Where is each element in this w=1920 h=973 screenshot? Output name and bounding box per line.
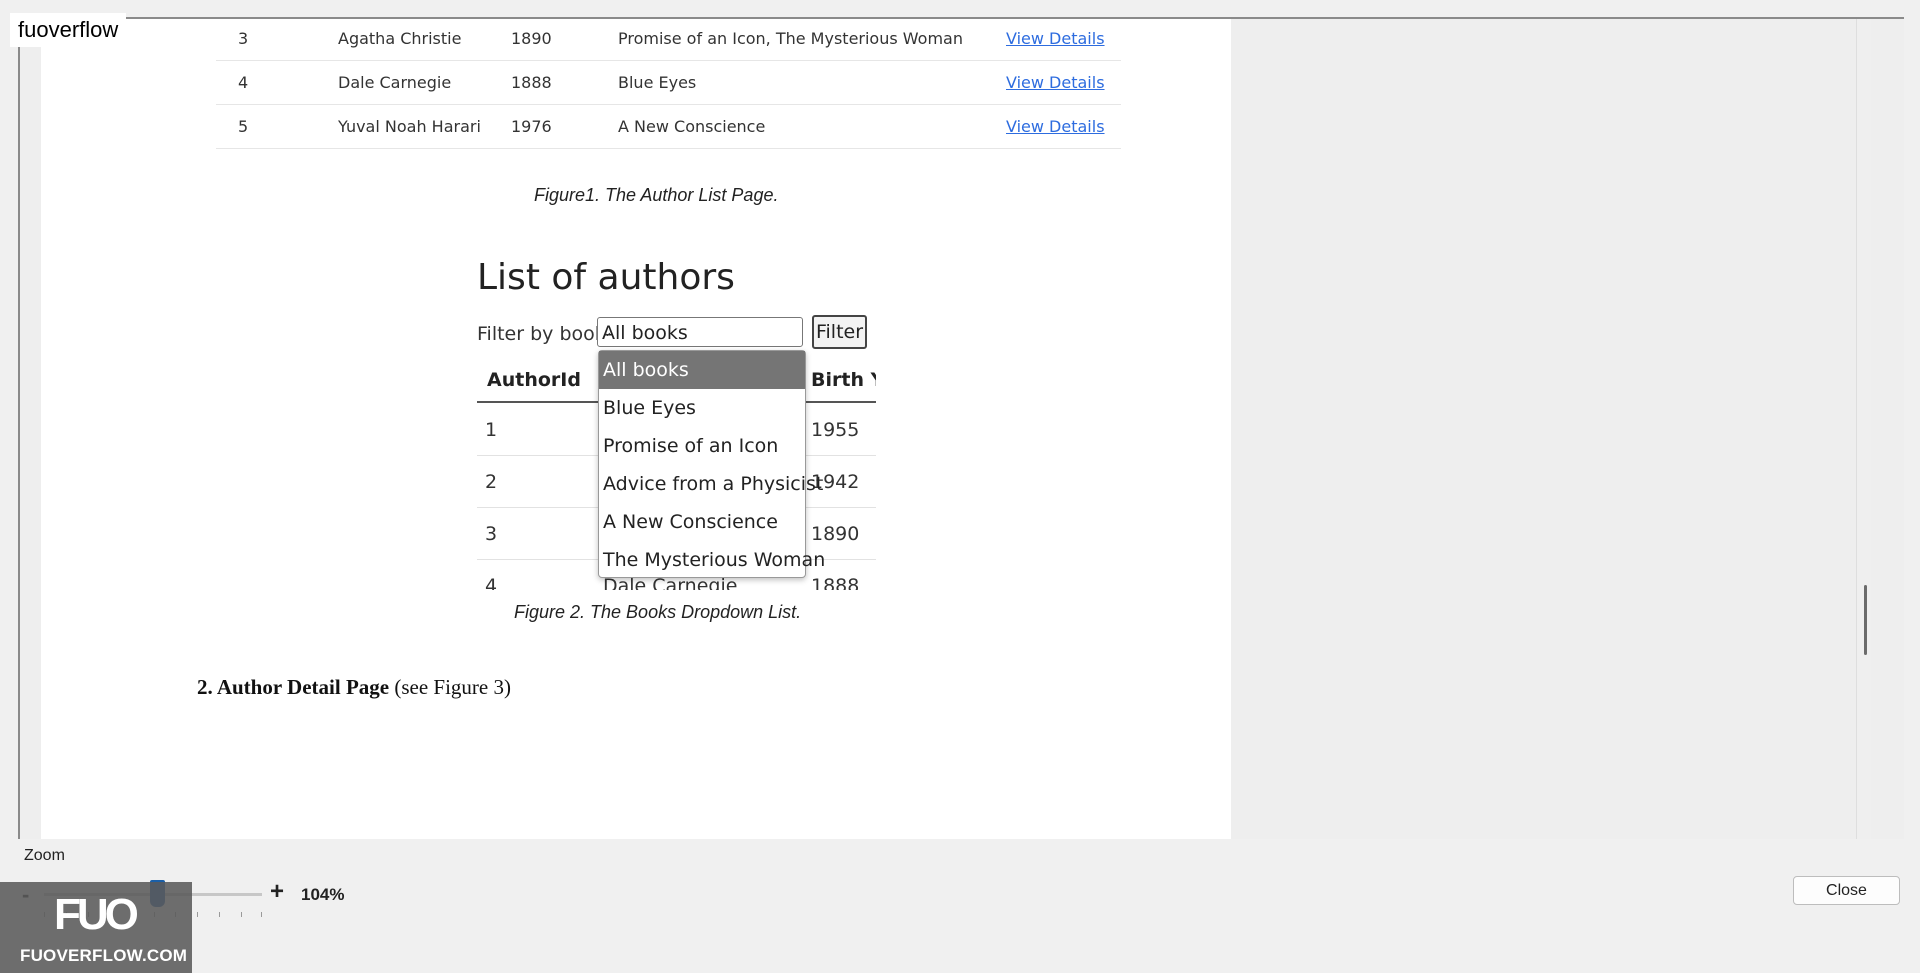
dropdown-option[interactable]: A New Conscience (599, 503, 805, 541)
dropdown-option[interactable]: The Mysterious Woman (599, 541, 825, 579)
filter-button[interactable]: Filter (812, 315, 867, 349)
birth-year-cell: 1888 (511, 73, 552, 92)
book-dropdown-list[interactable]: All books Blue Eyes Promise of an Icon A… (598, 350, 825, 579)
birth-year-cell: 1955 (811, 419, 860, 441)
zoom-in-button[interactable]: + (270, 878, 284, 906)
table-row: 5 Yuval Noah Harari 1976 A New Conscienc… (216, 105, 1121, 149)
author-id-cell: 4 (485, 575, 498, 590)
table-row: 4 Dale Carnegie 1888 Blue Eyes View Deta… (216, 61, 1121, 105)
watermark-logo-mark: FUO (54, 890, 139, 939)
watermark-logo: FUO FUOVERFLOW.COM (0, 882, 192, 973)
document-page: 3 Agatha Christie 1890 Promise of an Ico… (41, 19, 1231, 839)
close-button[interactable]: Close (1793, 876, 1900, 905)
birth-year-header: Birth Ye (811, 369, 876, 391)
zoom-value: 104% (301, 885, 345, 904)
section-heading: 2. Author Detail Page (see Figure 3) (197, 675, 511, 700)
dropdown-option[interactable]: Advice from a Physicist (599, 465, 823, 503)
app-title-label: fuoverflow (10, 13, 127, 47)
author-name-cell: Agatha Christie (338, 29, 462, 48)
author-id-cell: 5 (238, 117, 249, 136)
vertical-scrollbar[interactable] (1856, 19, 1871, 839)
section-heading-rest: (see Figure 3) (389, 675, 511, 699)
dropdown-option[interactable]: Blue Eyes (599, 389, 805, 427)
author-id-cell: 4 (238, 73, 249, 92)
watermark-text: FUOVERFLOW.COM (20, 946, 188, 965)
birth-year-cell: 1888 (811, 575, 860, 590)
filter-label: Filter by book: (477, 323, 613, 345)
books-cell: Promise of an Icon, The Mysterious Woman (618, 29, 963, 48)
dropdown-option[interactable]: Promise of an Icon (599, 427, 805, 465)
figure1-caption: Figure1. The Author List Page. (534, 185, 779, 205)
birth-year-cell: 1890 (811, 523, 860, 545)
list-title: List of authors (477, 257, 735, 298)
chevron-down-icon: ⌄ (602, 325, 613, 340)
document-viewer[interactable]: 3 Agatha Christie 1890 Promise of an Ico… (18, 17, 1904, 839)
view-details-link[interactable]: View Details (1006, 117, 1105, 136)
view-details-link[interactable]: View Details (1006, 73, 1105, 92)
author-table-fragment: 3 Agatha Christie 1890 Promise of an Ico… (216, 19, 1121, 149)
author-name-cell: Yuval Noah Harari (338, 117, 481, 136)
birth-year-cell: 1890 (511, 29, 552, 48)
book-filter-select[interactable]: All books ⌄ (597, 317, 803, 347)
birth-year-cell: 1976 (511, 117, 552, 136)
section-heading-bold: 2. Author Detail Page (197, 675, 390, 699)
dropdown-option[interactable]: All books (599, 351, 805, 389)
figure2-screenshot: List of authors Filter by book: All book… (456, 245, 876, 590)
books-cell: Blue Eyes (618, 73, 697, 92)
zoom-label: Zoom (24, 847, 65, 864)
author-id-header: AuthorId (487, 369, 581, 391)
author-id-cell: 1 (485, 419, 498, 441)
author-id-cell: 2 (485, 471, 498, 493)
table-row: 3 Agatha Christie 1890 Promise of an Ico… (216, 19, 1121, 61)
author-id-cell: 3 (238, 29, 249, 48)
books-cell: A New Conscience (618, 117, 766, 136)
author-name-cell: Dale Carnegie (338, 73, 452, 92)
view-details-link[interactable]: View Details (1006, 29, 1105, 48)
figure2-caption: Figure 2. The Books Dropdown List. (514, 602, 802, 622)
scrollbar-thumb[interactable] (1864, 585, 1867, 655)
author-id-cell: 3 (485, 523, 498, 545)
